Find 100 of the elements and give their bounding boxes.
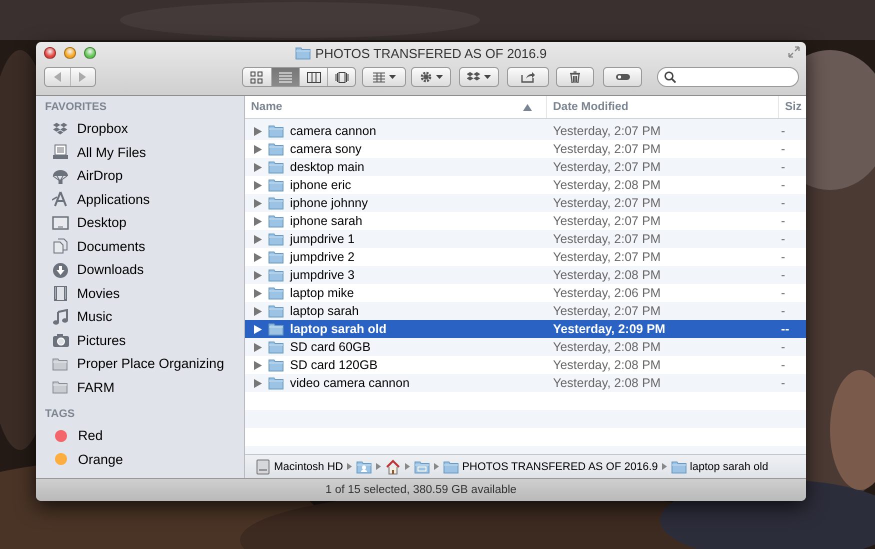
file-name: laptop sarah old: [290, 322, 387, 336]
download-icon: [52, 262, 69, 278]
home-icon: [385, 458, 402, 474]
music-note-icon: [52, 308, 69, 325]
caret-icon: [484, 75, 491, 79]
sidebar-item[interactable]: Downloads: [36, 258, 144, 282]
sidebar-item[interactable]: All My Files: [36, 140, 146, 164]
zoom-button[interactable]: [84, 47, 96, 59]
date-modified: Yesterday, 2:08 PM: [552, 178, 661, 192]
sidebar-heading: TAGS: [44, 407, 76, 422]
file-name: desktop main: [290, 160, 364, 174]
date-modified: Yesterday, 2:08 PM: [552, 376, 661, 390]
column-header[interactable]: Name: [251, 101, 282, 113]
share-icon: [521, 71, 535, 83]
path-item[interactable]: PHOTOS TRANSFERED AS OF 2016.9: [443, 458, 658, 474]
column-header[interactable]: Date Modified: [553, 101, 628, 113]
sidebar-item[interactable]: FARM: [36, 376, 115, 399]
date-modified: Yesterday, 2:07 PM: [552, 142, 661, 156]
sidebar-item[interactable]: Applications: [36, 188, 150, 211]
gear-icon: [419, 71, 433, 83]
delete-button[interactable]: [556, 67, 594, 87]
compass-a-icon: [52, 191, 69, 208]
file-size: -: [780, 376, 786, 390]
chevron-icon: [405, 463, 410, 470]
file-name: jumpdrive 3: [290, 268, 355, 282]
path-item[interactable]: [356, 458, 372, 474]
folder-icon: [52, 379, 69, 396]
file-stack-icon: [52, 144, 69, 160]
trash-icon: [568, 71, 582, 83]
status-text: 1 of 15 selected, 380.59 GB available: [325, 484, 517, 496]
camera-icon: [52, 332, 69, 348]
folder-icon: [268, 321, 284, 337]
search-field[interactable]: [657, 67, 799, 87]
file-name: video camera cannon: [290, 376, 410, 390]
date-modified: Yesterday, 2:08 PM: [552, 340, 661, 354]
view-mode-button[interactable]: [271, 68, 299, 86]
file-size: -: [780, 304, 786, 318]
dropbox-icon: [467, 71, 481, 83]
file-name: iphone sarah: [290, 214, 362, 228]
folder-icon: [268, 159, 284, 175]
file-name: iphone eric: [290, 178, 352, 192]
file-name: SD card 120GB: [290, 358, 378, 372]
folder-icon: [52, 356, 69, 372]
sidebar-item[interactable]: Proper Place Organizing: [36, 352, 224, 376]
user-folder-icon: [356, 458, 372, 474]
forward-arrow-icon: [77, 71, 88, 83]
parachute-icon: [52, 168, 69, 184]
folder-icon: [268, 267, 284, 283]
sidebar-item[interactable]: Desktop: [36, 211, 127, 234]
file-name: laptop mike: [290, 286, 354, 300]
folder-icon: [268, 213, 284, 229]
date-modified: Yesterday, 2:08 PM: [552, 268, 661, 282]
chevron-icon: [376, 463, 382, 470]
file-size: -: [780, 358, 786, 372]
sidebar-item[interactable]: Music: [36, 305, 112, 328]
cover-flow-icon: [334, 70, 348, 84]
column-header[interactable]: Siz: [785, 101, 802, 113]
dropbox-button[interactable]: [459, 67, 499, 87]
path-item[interactable]: [385, 458, 402, 474]
icon-view-icon: [250, 70, 264, 84]
date-modified: Yesterday, 2:08 PM: [552, 358, 661, 372]
action-button[interactable]: [411, 67, 451, 87]
folder-icon: [268, 357, 284, 373]
chevron-icon: [434, 463, 440, 470]
sidebar-item[interactable]: Movies: [36, 282, 120, 305]
display-icon: [52, 214, 69, 231]
path-item[interactable]: laptop sarah old: [670, 458, 768, 474]
file-size: -: [780, 286, 786, 300]
file-name: jumpdrive 2: [290, 250, 355, 264]
path-item[interactable]: Macintosh HD: [255, 458, 344, 474]
close-button[interactable]: [44, 47, 56, 59]
file-size: -: [780, 268, 786, 282]
list-view-icon: [278, 70, 292, 84]
file-size: -: [780, 142, 786, 156]
sidebar-item[interactable]: Red: [36, 424, 103, 448]
tag-button[interactable]: [603, 67, 642, 87]
file-name: SD card 60GB: [290, 340, 371, 354]
folder-icon: [295, 45, 312, 61]
minimize-button[interactable]: [64, 47, 76, 59]
date-modified: Yesterday, 2:07 PM: [552, 196, 661, 210]
path-item[interactable]: [414, 458, 430, 474]
date-modified: Yesterday, 2:07 PM: [552, 160, 661, 174]
arrange-button[interactable]: [362, 67, 406, 87]
file-size: -: [780, 178, 786, 192]
file-size: -: [780, 232, 786, 246]
share-button[interactable]: [507, 67, 549, 87]
sidebar-item[interactable]: Documents: [36, 234, 146, 258]
folder-icon: [670, 458, 687, 474]
chevron-icon: [347, 463, 352, 470]
sidebar-item[interactable]: Orange: [36, 448, 124, 471]
date-modified: Yesterday, 2:07 PM: [552, 214, 661, 228]
column-view-icon: [306, 70, 320, 84]
sidebar-item[interactable]: AirDrop: [36, 164, 123, 188]
folder-icon: [268, 285, 284, 301]
file-row[interactable]: laptop sarah old Yesterday, 2:09 PM --: [245, 320, 806, 338]
sidebar-item[interactable]: Pictures: [36, 328, 126, 352]
folder-icon: [268, 249, 284, 265]
folder-icon: [268, 231, 284, 247]
sidebar-item[interactable]: Dropbox: [36, 117, 128, 140]
folder-icon: [268, 195, 284, 211]
